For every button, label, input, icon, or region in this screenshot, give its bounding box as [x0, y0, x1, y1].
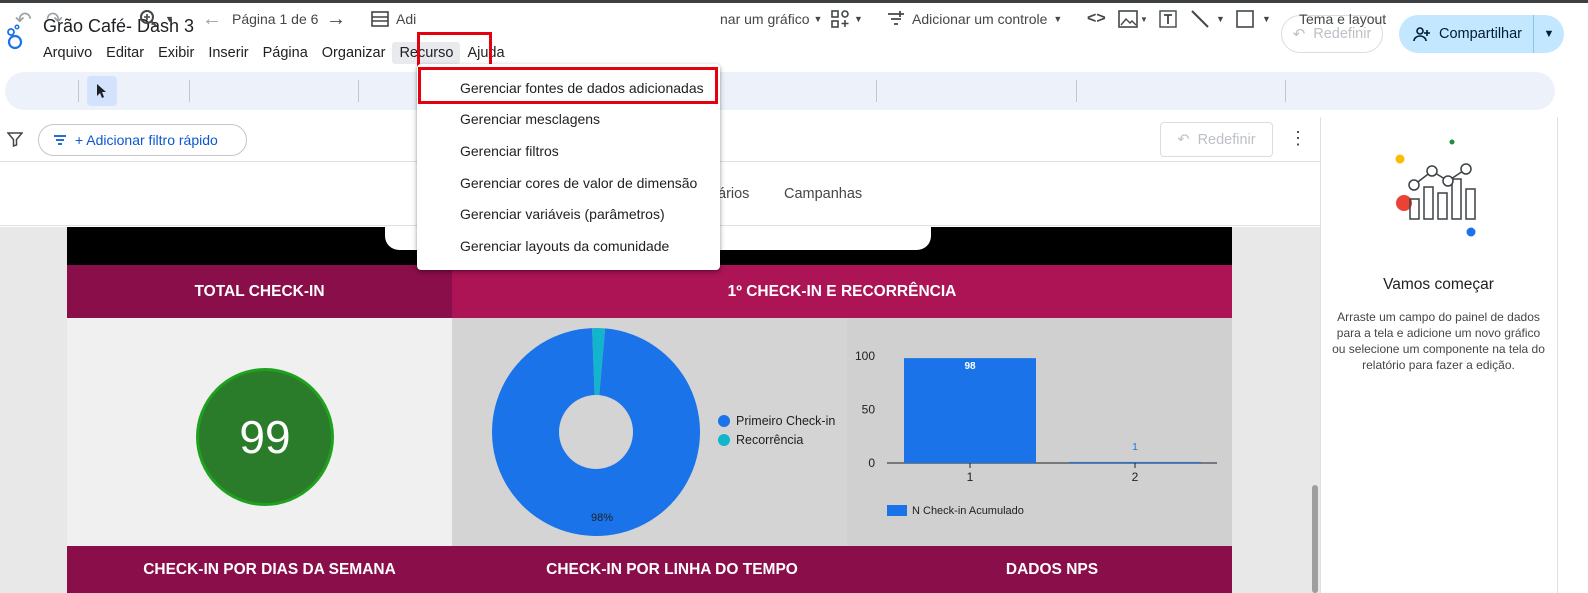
bar-1[interactable] — [904, 358, 1036, 463]
menu-editar[interactable]: Editar — [99, 42, 151, 64]
panel-description: Arraste um campo do painel de dados para… — [1332, 310, 1545, 372]
menu-item-manage-blends[interactable]: Gerenciar mesclagens — [460, 108, 600, 130]
legend-item-recorrencia[interactable]: Recorrência — [718, 433, 803, 447]
image-icon[interactable]: ▼ — [1118, 0, 1148, 38]
prev-page-icon[interactable]: ← — [202, 0, 222, 38]
kpi-total-checkin[interactable]: 99 — [196, 368, 334, 506]
next-page-icon[interactable]: → — [326, 0, 346, 38]
y-tick-label: 100 — [855, 349, 875, 363]
add-control-label: Adicionar um controle — [912, 11, 1048, 27]
share-button[interactable]: Compartilhar ▼ — [1399, 15, 1564, 53]
toolbar-divider — [189, 80, 190, 102]
toolbar — [5, 72, 1555, 110]
menu-inserir[interactable]: Inserir — [201, 42, 255, 64]
toolbar-divider — [876, 80, 877, 102]
filter-icon[interactable] — [6, 131, 24, 152]
control-icon — [888, 11, 904, 25]
add-data-icon — [371, 11, 389, 27]
filter-list-icon — [54, 135, 66, 145]
menu-exibir[interactable]: Exibir — [151, 42, 201, 64]
bar-chart[interactable]: 0 50 100 98 1 1 2 N Check-in Acumulado — [847, 318, 1232, 546]
legend-label-primeiro: Primeiro Check-in — [736, 414, 836, 428]
undo-arrow-icon: ↶ — [1177, 131, 1190, 148]
add-chart-label: nar um gráfico — [720, 11, 810, 27]
header-first-checkin-recurrence: 1º CHECK-IN E RECORRÊNCIA — [452, 265, 1232, 318]
more-options-icon[interactable]: ⋮ — [1289, 128, 1307, 148]
toolbar-divider — [1285, 80, 1286, 102]
zoom-icon[interactable]: ▼ — [139, 0, 174, 38]
menu-item-manage-filters[interactable]: Gerenciar filtros — [460, 140, 559, 162]
undo-icon[interactable]: ↶ — [15, 0, 32, 38]
header-nps-data: DADOS NPS — [872, 546, 1232, 593]
menu-item-manage-community-layouts[interactable]: Gerenciar layouts da comunidade — [460, 235, 669, 257]
y-tick-label: 0 — [868, 456, 875, 470]
line-icon[interactable]: ▼ — [1190, 0, 1225, 38]
text-box-icon[interactable] — [1158, 0, 1178, 38]
page-indicator[interactable]: Página 1 de 6 — [232, 0, 318, 38]
legend-label-checkin: N Check-in Acumulado — [912, 505, 1024, 517]
add-person-icon — [1413, 27, 1430, 42]
menu-item-manage-dimension-colors[interactable]: Gerenciar cores de valor de dimensão — [460, 172, 697, 194]
header-checkin-weekdays: CHECK-IN POR DIAS DA SEMANA — [67, 546, 472, 593]
panel-title: Vamos começar — [1383, 276, 1494, 293]
tab-usuarios[interactable]: ários — [718, 186, 749, 202]
share-dropdown-icon[interactable]: ▼ — [1534, 28, 1564, 40]
toolbar-divider — [1076, 80, 1077, 102]
highlight-box-recurso — [417, 32, 492, 67]
highlight-box-data-sources — [418, 67, 718, 104]
add-data-button[interactable]: Adi — [370, 0, 416, 38]
chevron-down-icon: ▼ — [813, 14, 823, 24]
add-quick-filter-button[interactable]: + Adicionar filtro rápido — [38, 124, 247, 156]
share-label: Compartilhar — [1439, 26, 1522, 42]
menu-item-manage-variables[interactable]: Gerenciar variáveis (parâmetros) — [460, 203, 665, 225]
header-total-checkin: TOTAL CHECK-IN — [67, 265, 452, 318]
legend-swatch-primeiro — [718, 415, 730, 427]
legend-label-recorrencia: Recorrência — [736, 433, 804, 447]
quick-filter-label: + Adicionar filtro rápido — [75, 132, 218, 148]
bar-data-label: 1 — [1132, 442, 1138, 453]
donut-hole — [559, 395, 633, 469]
redo-icon[interactable]: ↷ — [46, 0, 63, 38]
add-chart-button[interactable]: nar um gráfico ▼ — [720, 0, 822, 38]
getting-started-illustration — [1395, 139, 1476, 237]
bar-data-label: 98 — [964, 361, 976, 372]
menu-organizar[interactable]: Organizar — [315, 42, 393, 64]
embed-code-icon[interactable]: <> — [1087, 0, 1106, 38]
vertical-scrollbar[interactable] — [1312, 485, 1318, 593]
menu-pagina[interactable]: Página — [256, 42, 315, 64]
tab-campanhas[interactable]: Campanhas — [784, 186, 862, 202]
shape-icon[interactable]: ▼ — [1236, 0, 1271, 38]
add-control-button[interactable]: Adicionar um controle ▼ — [886, 0, 1062, 38]
y-tick-label: 50 — [862, 403, 876, 417]
menu-arquivo[interactable]: Arquivo — [36, 42, 99, 64]
legend-swatch-checkin — [887, 505, 907, 516]
bar-2[interactable] — [1069, 461, 1201, 463]
toolbar-divider — [358, 80, 359, 102]
header-checkin-timeline: CHECK-IN POR LINHA DO TEMPO — [472, 546, 872, 593]
pie-data-label: 98% — [591, 512, 613, 524]
select-cursor-icon[interactable] — [87, 76, 117, 106]
x-tick-label: 2 — [1132, 470, 1139, 484]
reset-filter-label: Redefinir — [1197, 131, 1256, 148]
legend-swatch-recorrencia — [718, 434, 730, 446]
legend-item-primeiro[interactable]: Primeiro Check-in — [718, 414, 835, 428]
add-component-icon[interactable]: ▼ — [830, 0, 863, 38]
chevron-down-icon: ▼ — [1053, 14, 1063, 24]
x-tick-label: 1 — [967, 470, 974, 484]
toolbar-divider — [78, 80, 79, 102]
theme-layout-button[interactable]: Tema e layout — [1299, 0, 1386, 38]
reset-filter-button[interactable]: ↶ Redefinir — [1160, 122, 1273, 157]
donut-chart[interactable]: 98% — [452, 318, 847, 546]
side-rail — [1557, 117, 1588, 593]
add-data-label: Adi — [396, 11, 417, 27]
